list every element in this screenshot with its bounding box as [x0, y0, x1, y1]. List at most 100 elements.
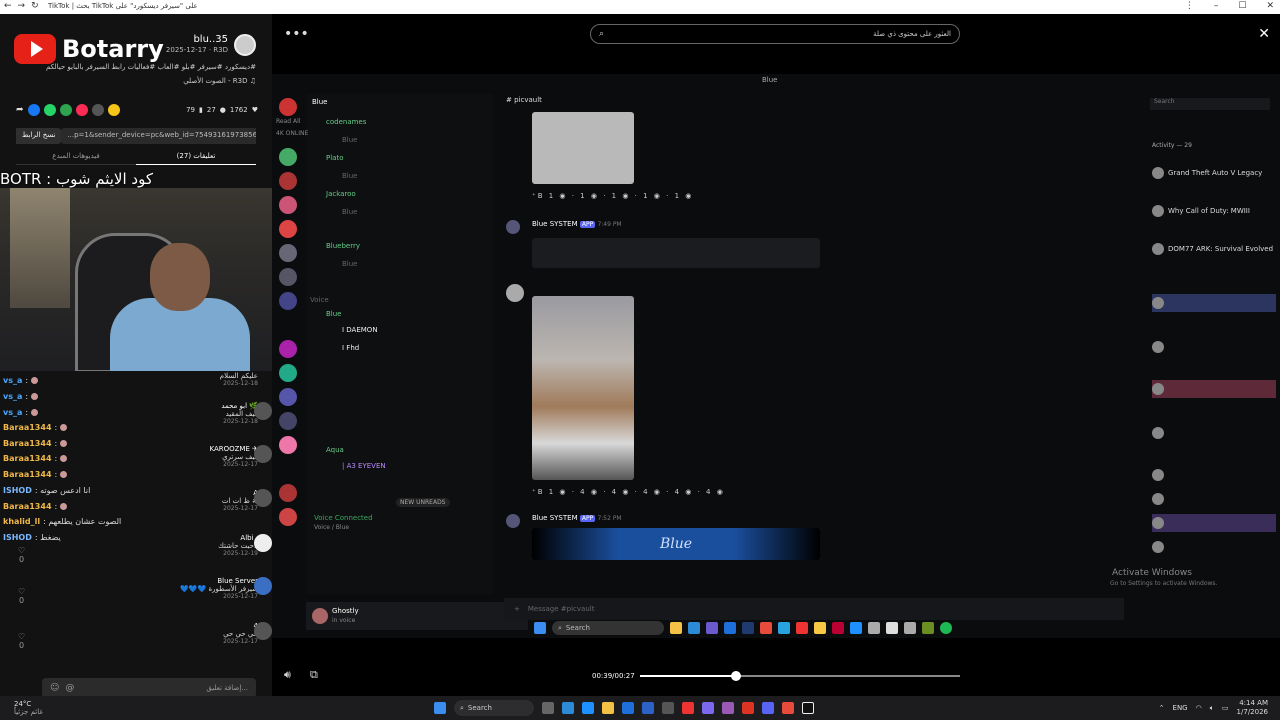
channel-item[interactable]: Blue	[342, 260, 358, 268]
progress-bar[interactable]	[640, 671, 960, 681]
channel-item[interactable]: Jackaroo	[326, 190, 356, 198]
read-all[interactable]: Read All	[276, 118, 300, 125]
category-voice[interactable]: Voice	[310, 296, 329, 304]
commenter-avatar[interactable]	[254, 445, 272, 463]
server-icon[interactable]	[279, 412, 297, 430]
voice-user[interactable]: | A3 EYEVEN	[342, 462, 386, 470]
server-icon[interactable]	[279, 436, 297, 454]
reload-icon[interactable]: ↻	[31, 1, 39, 11]
app-icon[interactable]	[662, 702, 674, 714]
avatar[interactable]	[506, 284, 524, 302]
tiktok-share-icon[interactable]	[75, 104, 88, 116]
server-icon[interactable]	[279, 268, 297, 286]
add-attachment-icon[interactable]: +	[514, 605, 520, 613]
whatsapp-icon[interactable]	[43, 104, 56, 116]
channel-item[interactable]: codenames	[326, 118, 366, 126]
tab-comments[interactable]: تعليقات (27)	[136, 152, 256, 165]
image-attachment[interactable]	[532, 112, 634, 184]
commenter-avatar[interactable]	[254, 402, 272, 420]
copy-link-button[interactable]: نسخ الرابط	[16, 128, 62, 144]
voice-channel[interactable]: Blue	[326, 310, 342, 318]
member-item[interactable]	[1152, 514, 1276, 532]
avatar[interactable]	[506, 220, 520, 234]
heart-icon[interactable]: ♥	[252, 106, 258, 114]
new-unreads-pill[interactable]: NEW UNREADS	[396, 498, 450, 507]
server-icon[interactable]	[279, 508, 297, 526]
app-icon[interactable]	[742, 702, 754, 714]
channel-item[interactable]: Blue	[342, 172, 358, 180]
back-icon[interactable]: ←	[4, 1, 12, 11]
tiktok-icon[interactable]	[802, 702, 814, 714]
sound-label[interactable]: الصوت الأصلي - R3D ♫	[183, 77, 256, 85]
server-icon[interactable]	[279, 244, 297, 262]
server-icon[interactable]	[279, 484, 297, 502]
video-attachment[interactable]	[532, 296, 634, 480]
menu-icon[interactable]: ⋮	[1185, 1, 1194, 11]
app-icon[interactable]	[582, 702, 594, 714]
server-icon[interactable]	[279, 388, 297, 406]
mention-icon[interactable]: @	[65, 683, 74, 693]
author-avatar[interactable]	[234, 34, 256, 56]
server-name[interactable]: Blue	[312, 98, 328, 106]
channel-item[interactable]: Blue	[342, 208, 358, 216]
clock[interactable]: 4:14 AM 1/7/2026	[1237, 699, 1268, 717]
avatar[interactable]	[312, 608, 328, 624]
commenter-avatar[interactable]	[254, 622, 272, 640]
more-options-icon[interactable]: •••	[284, 26, 309, 42]
picture-in-picture-icon[interactable]: ⧉	[310, 668, 318, 682]
progress-knob[interactable]	[731, 671, 741, 681]
member-item[interactable]	[1152, 338, 1276, 356]
close-window-icon[interactable]: ✕	[1266, 1, 1274, 11]
avatar[interactable]	[506, 514, 520, 528]
server-icon[interactable]	[279, 220, 297, 238]
member-item[interactable]	[1152, 466, 1276, 484]
weather-widget[interactable]: 24°C غائم جزئياً	[14, 700, 43, 716]
member-item[interactable]	[1152, 424, 1276, 442]
comment-like[interactable]: ♡ 0	[18, 632, 25, 650]
search-input[interactable]: العثور على محتوى ذي صلة ⌕	[590, 24, 960, 44]
language-indicator[interactable]: ENG	[1173, 704, 1188, 712]
server-icon[interactable]	[279, 292, 297, 310]
member-item[interactable]	[1152, 538, 1276, 556]
embed-icon[interactable]	[91, 104, 104, 116]
app-icon[interactable]	[722, 702, 734, 714]
reaction-row[interactable]: ⁺B 1 ◉ · 1 ◉ · 1 ◉ · 1 ◉ · 1 ◉	[532, 192, 693, 200]
activity-item[interactable]: DOM77 ARK: Survival Evolved	[1152, 240, 1276, 258]
emoji-picker-icon[interactable]: ☺	[50, 683, 59, 693]
bookmark-icon[interactable]: ▮	[199, 106, 203, 114]
voice-channel[interactable]: Aqua	[326, 446, 344, 454]
discord-search[interactable]: Search	[1150, 98, 1270, 110]
messenger-icon[interactable]	[59, 104, 72, 116]
server-icon[interactable]	[279, 196, 297, 214]
folder-icon[interactable]	[602, 702, 614, 714]
speaker-icon[interactable]: 🔈︎	[1210, 704, 1214, 713]
voice-user[interactable]: I Fhd	[342, 344, 359, 352]
server-icon[interactable]	[279, 172, 297, 190]
voice-user[interactable]: I DAEMON	[342, 326, 378, 334]
store-icon[interactable]	[622, 702, 634, 714]
tab-creator-videos[interactable]: فيديوهات المبدع	[16, 152, 136, 165]
server-icon[interactable]	[279, 340, 297, 358]
start-icon[interactable]	[434, 702, 446, 714]
edge-icon[interactable]	[562, 702, 574, 714]
channel-item[interactable]: Blueberry	[326, 242, 360, 250]
banner-image[interactable]: Blue	[532, 528, 820, 560]
facebook-icon[interactable]	[27, 104, 40, 116]
battery-icon[interactable]: ▭	[1222, 704, 1229, 712]
commenter-avatar[interactable]	[254, 534, 272, 552]
activity-item[interactable]: Why Call of Duty: MWIII	[1152, 202, 1276, 220]
commenter-avatar[interactable]	[254, 577, 272, 595]
discord-icon[interactable]	[762, 702, 774, 714]
activity-item[interactable]: Grand Theft Auto V Legacy	[1152, 164, 1276, 182]
app-icon[interactable]	[682, 702, 694, 714]
server-icon[interactable]	[279, 98, 297, 116]
chrome-icon[interactable]	[782, 702, 794, 714]
volume-icon[interactable]: 🔊︎	[284, 668, 291, 682]
app-icon[interactable]	[702, 702, 714, 714]
tray-chevron-icon[interactable]: ⌃	[1159, 704, 1165, 712]
server-icon[interactable]	[279, 148, 297, 166]
member-item[interactable]	[1152, 490, 1276, 508]
author-name[interactable]: blu..35	[193, 34, 228, 45]
minimize-icon[interactable]: –	[1214, 1, 1219, 11]
forward-icon[interactable]: →	[18, 1, 26, 11]
